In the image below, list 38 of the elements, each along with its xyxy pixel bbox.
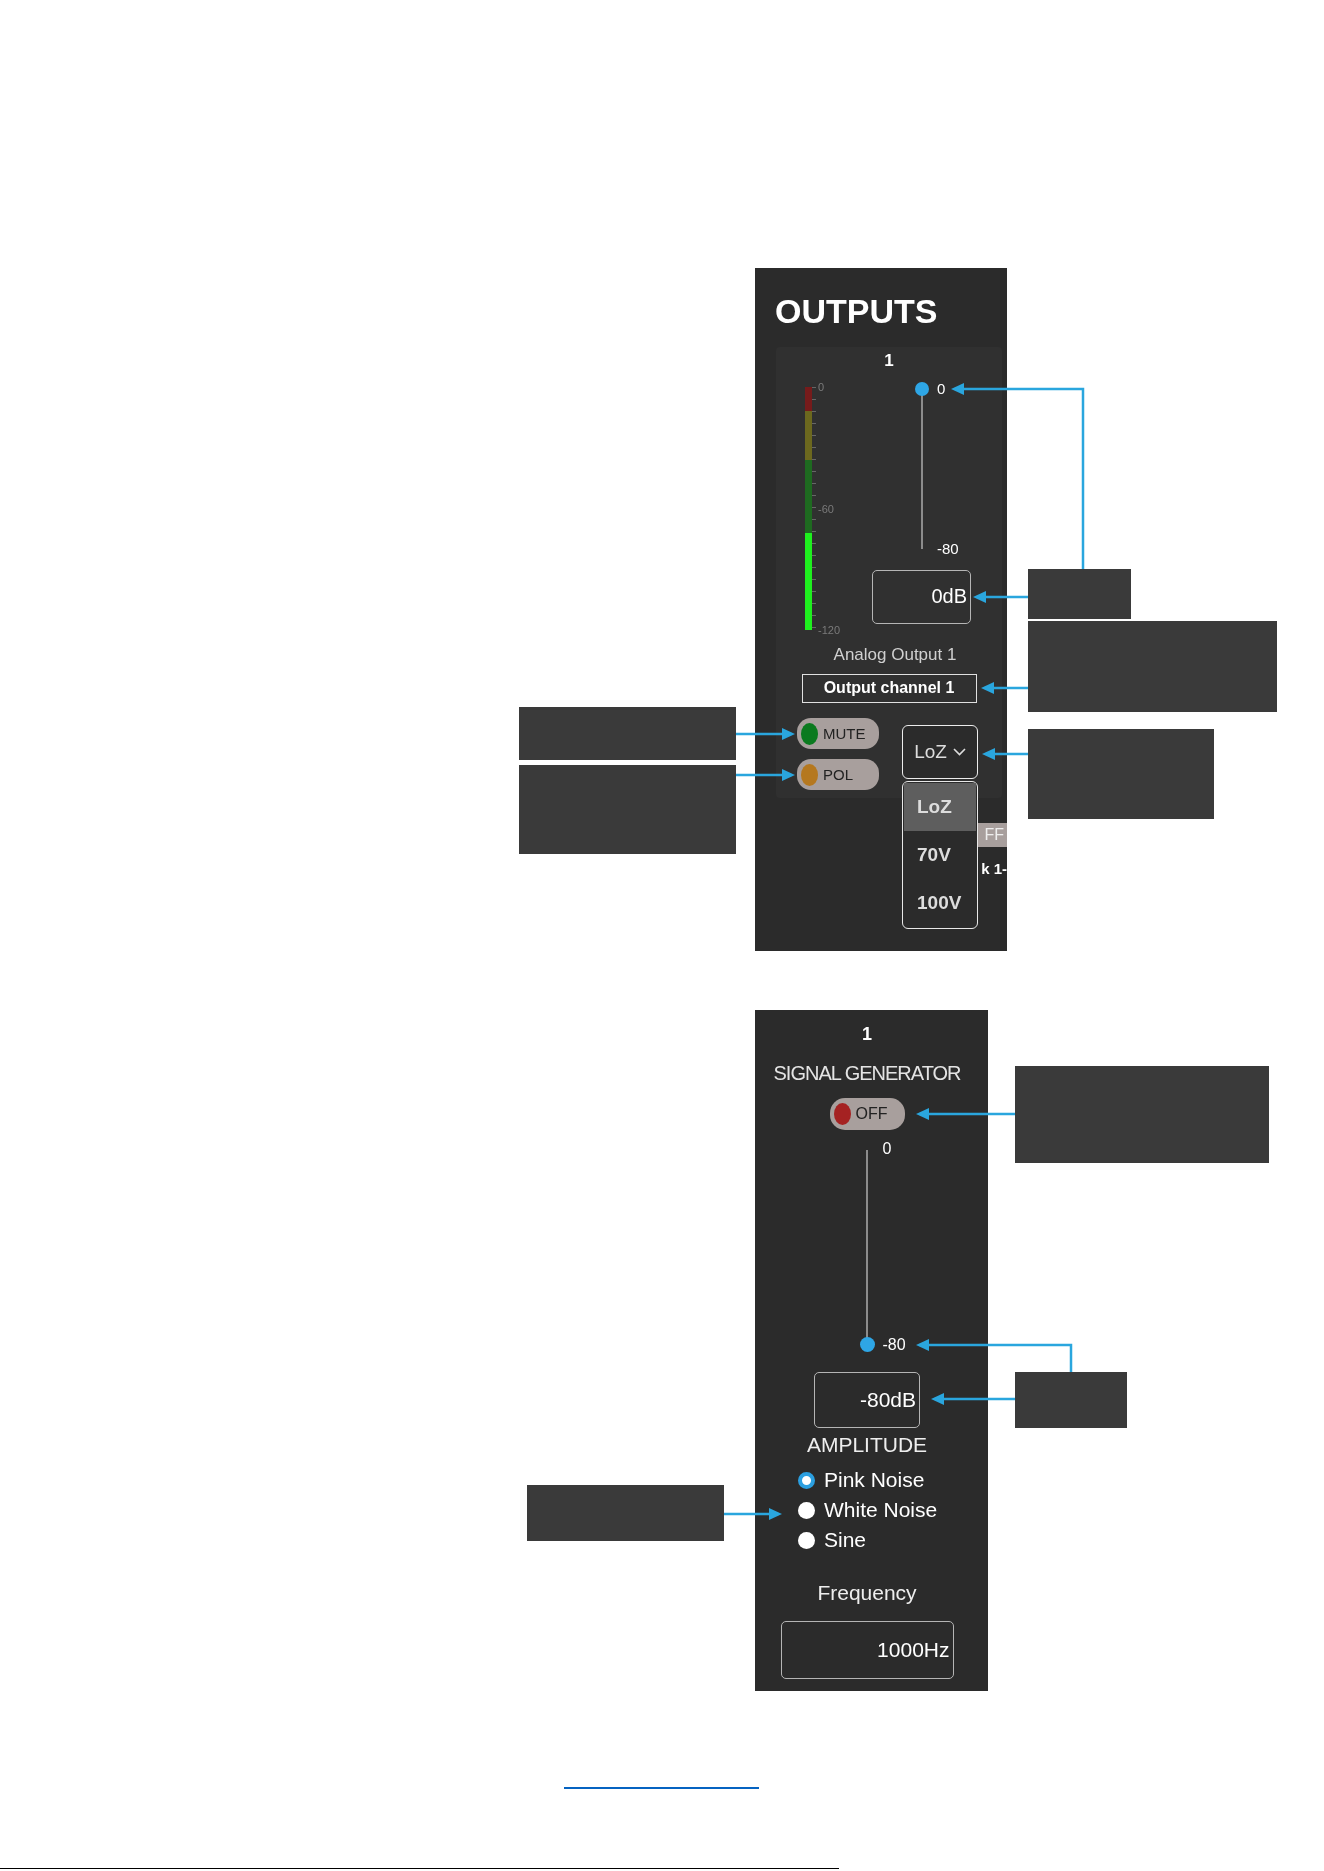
frequency-label: Frequency [817, 1582, 917, 1604]
radio-option[interactable]: White Noise [798, 1495, 938, 1525]
dropdown-option[interactable]: LoZ [904, 783, 976, 831]
callout-arrow [724, 1508, 782, 1520]
radio-option[interactable]: Pink Noise [798, 1465, 938, 1495]
impedance-select[interactable]: LoZ [902, 725, 978, 779]
fader-thumb[interactable] [915, 382, 929, 396]
toggle-button[interactable]: OFF [829, 1098, 905, 1130]
section-title: SIGNAL GENERATOR [773, 1062, 961, 1084]
amplitude-label: AMPLITUDE [806, 1434, 928, 1456]
fader-thumb[interactable] [859, 1337, 875, 1352]
scale-label: -120 [818, 625, 841, 635]
toggle-button[interactable]: MUTE [797, 718, 879, 749]
dropdown-option[interactable]: 70V [904, 831, 976, 879]
callout-arrow [736, 769, 795, 781]
dropdown-option[interactable]: 100V [904, 879, 976, 927]
gain-field[interactable]: 0dB [872, 570, 971, 624]
covered-label: k 1- [981, 859, 1007, 879]
panel-title: OUTPUTS [775, 291, 939, 331]
callout-arrow [982, 748, 1028, 760]
scale-label: -80 [882, 1338, 906, 1352]
scale-label: 0 [818, 382, 826, 392]
frequency-field[interactable]: 1000Hz [780, 1621, 954, 1679]
scale-label: 0 [882, 1142, 893, 1156]
scale-label: -80 [937, 542, 959, 556]
toggle-button[interactable]: POL [797, 759, 879, 790]
amplitude-field[interactable]: -80dB [814, 1372, 920, 1428]
channel-number: 1 [883, 351, 895, 371]
scale-label: 0 [937, 382, 947, 396]
radio-option[interactable]: Sine [798, 1525, 938, 1555]
callout-arrow [973, 591, 1028, 603]
channel-label-field[interactable]: Output channel 1 [801, 674, 977, 703]
callout-arrow [736, 728, 795, 740]
callout-arrow [981, 682, 1028, 694]
chevron-down-icon [952, 748, 966, 756]
scale-label: -60 [818, 503, 835, 514]
channel-number: 1 [862, 1024, 872, 1044]
channel-name: Analog Output 1 [832, 646, 958, 664]
